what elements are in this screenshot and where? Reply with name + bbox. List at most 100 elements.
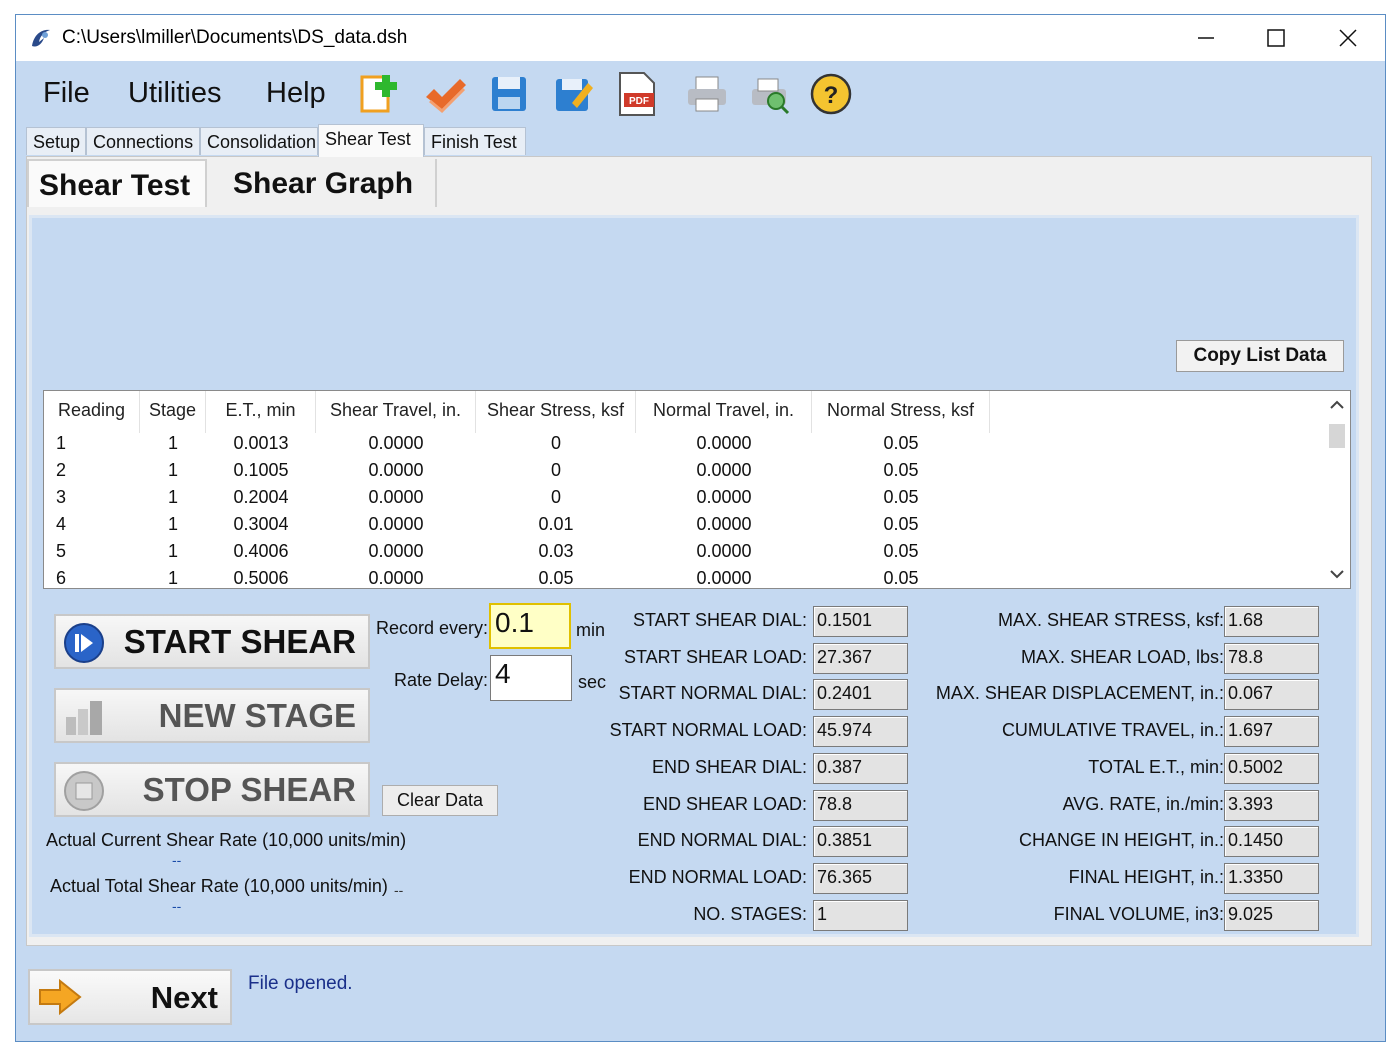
summary-field-label: CUMULATIVE TRAVEL, in.: — [1001, 720, 1224, 741]
column-header[interactable]: E.T., min — [206, 391, 316, 433]
maximize-button[interactable] — [1241, 15, 1311, 61]
table-cell: 1 — [167, 433, 178, 453]
check-icon[interactable] — [422, 71, 468, 117]
summary-field-label: CHANGE IN HEIGHT, in.: — [1018, 830, 1224, 851]
table-row[interactable]: 1 1 0.0013 0.0000 0 0.0000 0.05 — [44, 433, 990, 460]
test-field-label: END NORMAL DIAL: — [637, 830, 807, 851]
shear-test-content: Copy List Data Reading Stage E.T., min S… — [29, 215, 1359, 937]
close-button[interactable] — [1313, 15, 1383, 61]
column-header[interactable]: Shear Travel, in. — [316, 391, 476, 433]
table-cell: 0.05 — [883, 568, 919, 588]
copy-list-data-button[interactable]: Copy List Data — [1176, 340, 1344, 372]
tab-shear-test[interactable]: Shear Test — [318, 124, 424, 157]
minimize-button[interactable] — [1171, 15, 1241, 61]
tab-consolidation[interactable]: Consolidation — [200, 127, 318, 155]
print-preview-icon[interactable] — [746, 71, 792, 117]
play-icon — [64, 623, 104, 663]
summary-field-label: AVG. RATE, in./min: — [1062, 793, 1224, 814]
table-cell: 3 — [56, 487, 67, 507]
tab-connections[interactable]: Connections — [86, 127, 200, 155]
table-cell: 0.03 — [538, 541, 574, 561]
column-header[interactable]: Reading — [44, 391, 140, 433]
print-icon[interactable] — [684, 71, 730, 117]
clear-data-button[interactable]: Clear Data — [382, 785, 498, 816]
pdf-icon-label: PDF — [629, 96, 649, 107]
maximize-icon — [1267, 29, 1285, 47]
close-icon — [1339, 29, 1357, 47]
column-header[interactable]: Shear Stress, ksf — [476, 391, 636, 433]
table-cell: 0.1005 — [233, 460, 289, 480]
next-button[interactable]: Next — [28, 969, 232, 1025]
menu-help[interactable]: Help — [266, 77, 326, 110]
next-label: Next — [150, 980, 218, 1015]
test-field-label: START SHEAR LOAD: — [623, 646, 807, 667]
stage-bars-icon — [66, 701, 102, 735]
test-field-value: 27.367 — [813, 642, 908, 674]
table-cell: 0.05 — [883, 541, 919, 561]
summary-field-label: MAX. SHEAR STRESS, ksf: — [997, 610, 1224, 630]
menu-utilities[interactable]: Utilities — [128, 77, 221, 110]
table-cell: 5 — [56, 541, 67, 561]
test-field-value: 0.2401 — [813, 679, 908, 711]
scroll-up-icon[interactable] — [1324, 395, 1350, 415]
column-header[interactable]: Normal Travel, in. — [636, 391, 812, 433]
subtab-shear-graph[interactable]: Shear Graph — [223, 159, 437, 207]
table-cell: 0.0000 — [368, 568, 424, 588]
summary-field-value: 9.025 — [1224, 899, 1319, 931]
summary-field-value: 0.5002 — [1224, 752, 1319, 784]
table-cell: 0 — [550, 460, 561, 480]
actual-total-rate-value: -- — [172, 898, 182, 914]
summary-field-label: FINAL HEIGHT, in.: — [1068, 866, 1224, 887]
table-row[interactable]: 6 1 0.5006 0.0000 0.05 0.0000 0.05 — [44, 568, 990, 588]
arrow-right-icon — [39, 978, 82, 1016]
menu-file[interactable]: File — [43, 77, 90, 110]
table-scrollbar[interactable] — [1324, 391, 1350, 588]
table-row[interactable]: 4 1 0.3004 0.0000 0.01 0.0000 0.05 — [44, 514, 990, 541]
test-field-label: START NORMAL LOAD: — [609, 720, 807, 741]
table-cell: 0.5006 — [233, 568, 289, 588]
subtab-shear-test[interactable]: Shear Test — [27, 159, 207, 207]
test-field-label: END SHEAR DIAL: — [651, 756, 807, 777]
test-field-value: 45.974 — [813, 716, 908, 748]
scroll-thumb[interactable] — [1329, 424, 1345, 448]
save-edit-icon[interactable] — [550, 71, 596, 117]
table-row[interactable]: 2 1 0.1005 0.0000 0 0.0000 0.05 — [44, 460, 990, 487]
rate-delay-unit: sec — [578, 672, 607, 692]
test-field-label: START NORMAL DIAL: — [618, 683, 807, 704]
start-shear-label: START SHEAR — [123, 623, 356, 660]
summary-field-value: 0.067 — [1224, 679, 1319, 711]
test-field-label: START SHEAR DIAL: — [632, 610, 807, 630]
summary-field-label: MAX. SHEAR DISPLACEMENT, in.: — [935, 683, 1224, 704]
record-every-label: Record every: — [376, 618, 489, 638]
new-stage-button[interactable]: NEW STAGE — [54, 688, 370, 743]
table-row[interactable]: 5 1 0.4006 0.0000 0.03 0.0000 0.05 — [44, 541, 990, 568]
test-field-value: 0.387 — [813, 752, 908, 784]
help-icon[interactable]: ? — [808, 71, 854, 117]
table-cell: 0.05 — [883, 460, 919, 480]
stop-shear-label: STOP SHEAR — [142, 771, 356, 808]
window-title: C:\Users\lmiller\Documents\DS_data.dsh — [62, 27, 408, 48]
pdf-icon[interactable]: PDF — [614, 71, 660, 117]
status-message: File opened. — [248, 973, 353, 994]
tab-finish-test[interactable]: Finish Test — [424, 127, 526, 155]
start-shear-button[interactable]: START SHEAR — [54, 614, 370, 669]
record-every-input[interactable]: 0.1 — [489, 603, 571, 649]
table-cell: 0.05 — [883, 487, 919, 507]
table-row[interactable]: 3 1 0.2004 0.0000 0 0.0000 0.05 — [44, 487, 990, 514]
tab-setup[interactable]: Setup — [26, 127, 86, 155]
stop-shear-button[interactable]: STOP SHEAR — [54, 762, 370, 817]
table-cell: 0.05 — [538, 568, 574, 588]
actual-current-rate-value: -- — [172, 852, 182, 868]
column-header[interactable]: Normal Stress, ksf — [812, 391, 990, 433]
record-every-unit: min — [576, 620, 606, 640]
scroll-down-icon[interactable] — [1324, 564, 1350, 584]
test-field-label: END SHEAR LOAD: — [642, 793, 807, 814]
table-cell: 1 — [167, 460, 178, 480]
column-header[interactable]: Stage — [140, 391, 206, 433]
test-field-value: 0.1501 — [813, 606, 908, 637]
new-file-icon[interactable] — [358, 71, 404, 117]
test-field-label: NO. STAGES: — [693, 903, 807, 924]
rate-delay-input[interactable]: 4 — [490, 655, 572, 701]
readings-table[interactable]: Reading Stage E.T., min Shear Travel, in… — [43, 390, 1351, 589]
save-icon[interactable] — [486, 71, 532, 117]
